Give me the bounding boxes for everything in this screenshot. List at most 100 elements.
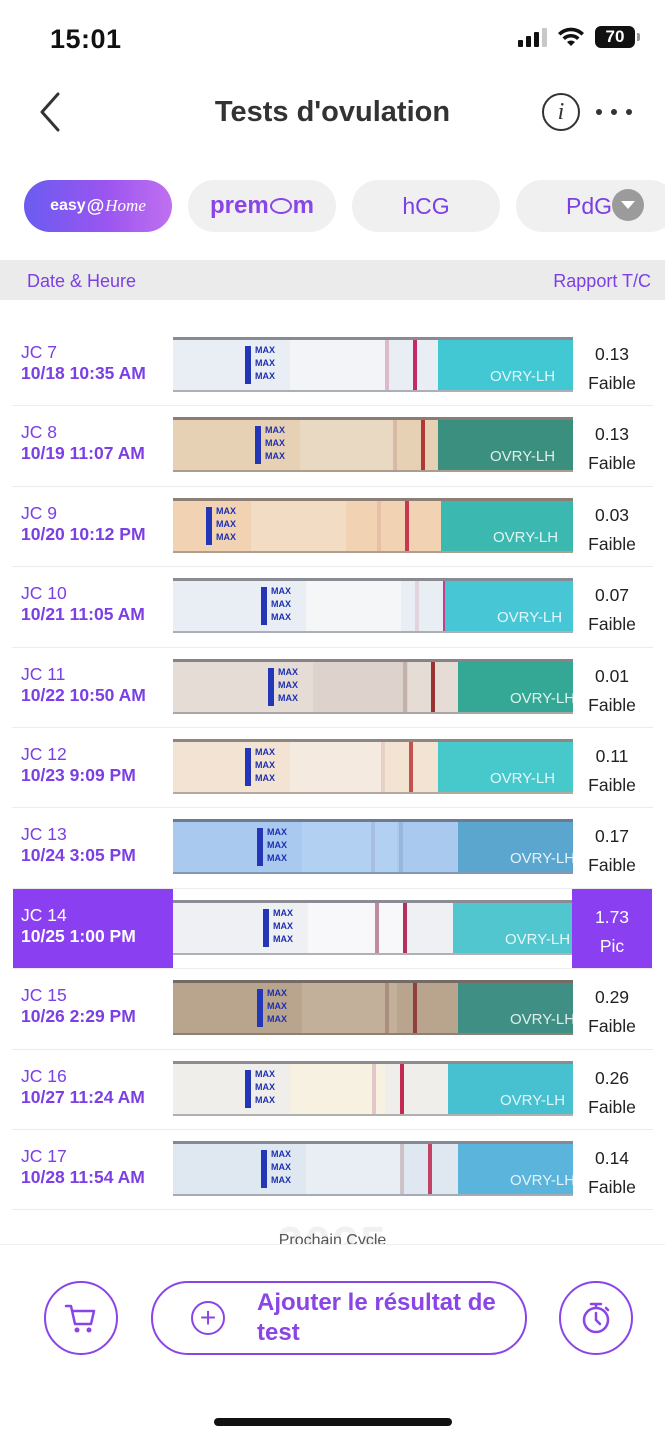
row-date: JC 12 10/23 9:09 PM — [13, 728, 173, 808]
table-header: Date & Heure Rapport T/C — [0, 260, 665, 300]
tab-hcg[interactable]: hCG — [352, 180, 500, 232]
tab-pdg[interactable]: PdG — [516, 180, 665, 232]
strip-max-line — [206, 506, 212, 545]
status-icons: 70 — [518, 26, 640, 48]
test-strip-photo[interactable]: MAX MAX MAX OVRY-LH — [173, 899, 573, 955]
test-strip-photo[interactable]: MAX MAX MAX OVRY-LH — [173, 337, 573, 392]
test-strip-photo[interactable]: MAX MAX MAX OVRY-LH — [173, 417, 573, 473]
table-row[interactable]: JC 14 10/25 1:00 PM MAX MAX MAX OVRY-LH … — [0, 888, 665, 970]
plus-circle-icon: + — [191, 1301, 225, 1335]
shop-button[interactable] — [44, 1281, 118, 1355]
row-ratio: 1.73 Pic — [572, 888, 652, 969]
strip-max-text: MAX — [273, 907, 293, 918]
test-strip-photo[interactable]: MAX MAX MAX OVRY-LH — [173, 497, 573, 553]
strip-brand-text: OVRY-LH — [490, 368, 556, 385]
row-date: JC 10 10/21 11:05 AM — [13, 567, 173, 647]
table-row[interactable]: JC 15 10/26 2:29 PM MAX MAX MAX OVRY-LH … — [0, 969, 665, 1050]
strip-brand-text: OVRY-LH — [510, 850, 573, 868]
easy-home-logo-at: @ — [86, 195, 105, 216]
strip-max-marks: MAX MAX MAX — [267, 826, 301, 868]
tc-ratio-value: 0.14 — [594, 1147, 630, 1168]
test-datetime: 10/27 11:24 AM — [21, 1086, 145, 1107]
strip-control-line — [403, 902, 407, 953]
row-ratio: 0.03 Faible — [572, 487, 652, 567]
tc-ratio-level: Pic — [599, 935, 625, 956]
tab-easy-at-home[interactable]: easy @ Home — [24, 180, 172, 232]
strip-max-text: MAX — [216, 518, 236, 529]
test-datetime: 10/21 11:05 AM — [21, 604, 145, 625]
tc-ratio-level: Faible — [588, 1176, 636, 1197]
strip-max-marks: MAX MAX MAX — [271, 1148, 305, 1190]
strip-max-text: MAX — [255, 772, 275, 783]
test-strip-photo[interactable]: MAX MAX MAX OVRY-LH — [173, 980, 573, 1036]
tc-ratio-value: 0.29 — [594, 987, 630, 1008]
table-row[interactable]: JC 11 10/22 10:50 AM MAX MAX MAX OVRY-LH… — [0, 648, 665, 728]
strip-pad — [308, 902, 403, 953]
tab-pdg-label: PdG — [566, 192, 613, 219]
column-header-ratio: Rapport T/C — [553, 271, 651, 291]
add-test-result-button[interactable]: + Ajouter le résultat de test — [151, 1281, 527, 1355]
strip-max-marks: MAX MAX MAX — [255, 746, 289, 788]
wifi-icon — [558, 27, 584, 46]
test-strip-photo[interactable]: MAX MAX MAX OVRY-LH — [173, 1140, 573, 1196]
row-date: JC 8 10/19 11:07 AM — [13, 406, 173, 486]
strip-handle: OVRY-LH — [438, 340, 573, 390]
strip-max-text: MAX — [255, 371, 275, 381]
table-row[interactable]: JC 16 10/27 11:24 AM MAX MAX MAX OVRY-LH… — [0, 1050, 665, 1130]
strip-max-line — [245, 747, 251, 786]
strip-max-text: MAX — [267, 988, 287, 999]
tc-ratio-value: 0.17 — [594, 826, 630, 847]
test-strip-photo[interactable]: MAX MAX MAX OVRY-LH — [173, 738, 573, 794]
strip-pad — [306, 1143, 401, 1194]
tab-premom[interactable]: prem m — [188, 180, 336, 232]
test-strip-photo[interactable]: MAX MAX MAX OVRY-LH — [173, 578, 573, 634]
strip-max-marks: MAX MAX MAX — [255, 344, 289, 386]
table-row[interactable]: JC 8 10/19 11:07 AM MAX MAX MAX OVRY-LH … — [0, 406, 665, 487]
tc-ratio-value: 1.73 — [594, 906, 630, 927]
cycle-day: JC 9 — [21, 502, 57, 523]
test-strip-photo[interactable]: MAX MAX MAX OVRY-LH — [173, 658, 573, 714]
cycle-day: JC 13 — [21, 824, 67, 845]
more-dots-icon[interactable] — [596, 98, 632, 126]
strip-control-line — [400, 1063, 404, 1114]
strip-max-text: MAX — [273, 933, 293, 944]
strip-max-text: MAX — [267, 1014, 287, 1025]
dropdown-chevron-icon[interactable] — [612, 189, 644, 221]
strip-control-line — [409, 741, 413, 792]
test-datetime: 10/28 11:54 AM — [21, 1166, 145, 1187]
timer-button[interactable] — [559, 1281, 633, 1355]
strip-max-marks: MAX MAX MAX — [265, 424, 299, 466]
table-row[interactable]: JC 17 10/28 11:54 AM MAX MAX MAX OVRY-LH… — [0, 1130, 665, 1211]
strip-test-line — [375, 902, 379, 953]
strip-test-line — [377, 500, 381, 551]
strip-max-text: MAX — [271, 586, 291, 597]
tc-ratio-level: Faible — [588, 855, 636, 876]
strip-brand-text: OVRY-LH — [490, 769, 556, 787]
strip-max-text: MAX — [255, 1081, 275, 1092]
test-strip-photo[interactable]: MAX MAX MAX OVRY-LH — [173, 819, 573, 875]
table-row[interactable]: JC 12 10/23 9:09 PM MAX MAX MAX OVRY-LH … — [0, 728, 665, 809]
strip-max-text: MAX — [278, 692, 298, 703]
strip-max-text: MAX — [216, 505, 236, 516]
column-header-date: Date & Heure — [27, 271, 137, 291]
table-row[interactable]: JC 13 10/24 3:05 PM MAX MAX MAX OVRY-LH … — [0, 808, 665, 889]
test-strip-photo[interactable]: MAX MAX MAX OVRY-LH — [173, 1060, 573, 1116]
table-row[interactable]: JC 7 10/18 10:35 AM MAX MAX MAX OVRY-LH … — [0, 326, 665, 407]
strip-max-text: MAX — [265, 425, 285, 436]
table-row[interactable]: JC 9 10/20 10:12 PM MAX MAX MAX OVRY-LH … — [0, 487, 665, 568]
strip-max-text: MAX — [278, 679, 298, 690]
row-date: JC 13 10/24 3:05 PM — [13, 808, 173, 888]
strip-max-text: MAX — [278, 666, 298, 677]
table-row[interactable]: JC 10 10/21 11:05 AM MAX MAX MAX OVRY-LH… — [0, 567, 665, 648]
info-icon[interactable]: i — [542, 93, 580, 131]
cycle-day: JC 15 — [21, 985, 67, 1006]
strip-handle: OVRY-LH — [458, 1143, 573, 1194]
strip-max-text: MAX — [267, 853, 287, 864]
tc-ratio-level: Faible — [588, 694, 636, 715]
strip-pad — [313, 661, 408, 712]
strip-handle: OVRY-LH — [448, 1063, 573, 1114]
row-date: JC 9 10/20 10:12 PM — [13, 487, 173, 567]
premom-logo-text: prem — [209, 192, 269, 219]
status-time: 15:01 — [50, 24, 122, 54]
timer-icon — [582, 1302, 610, 1334]
